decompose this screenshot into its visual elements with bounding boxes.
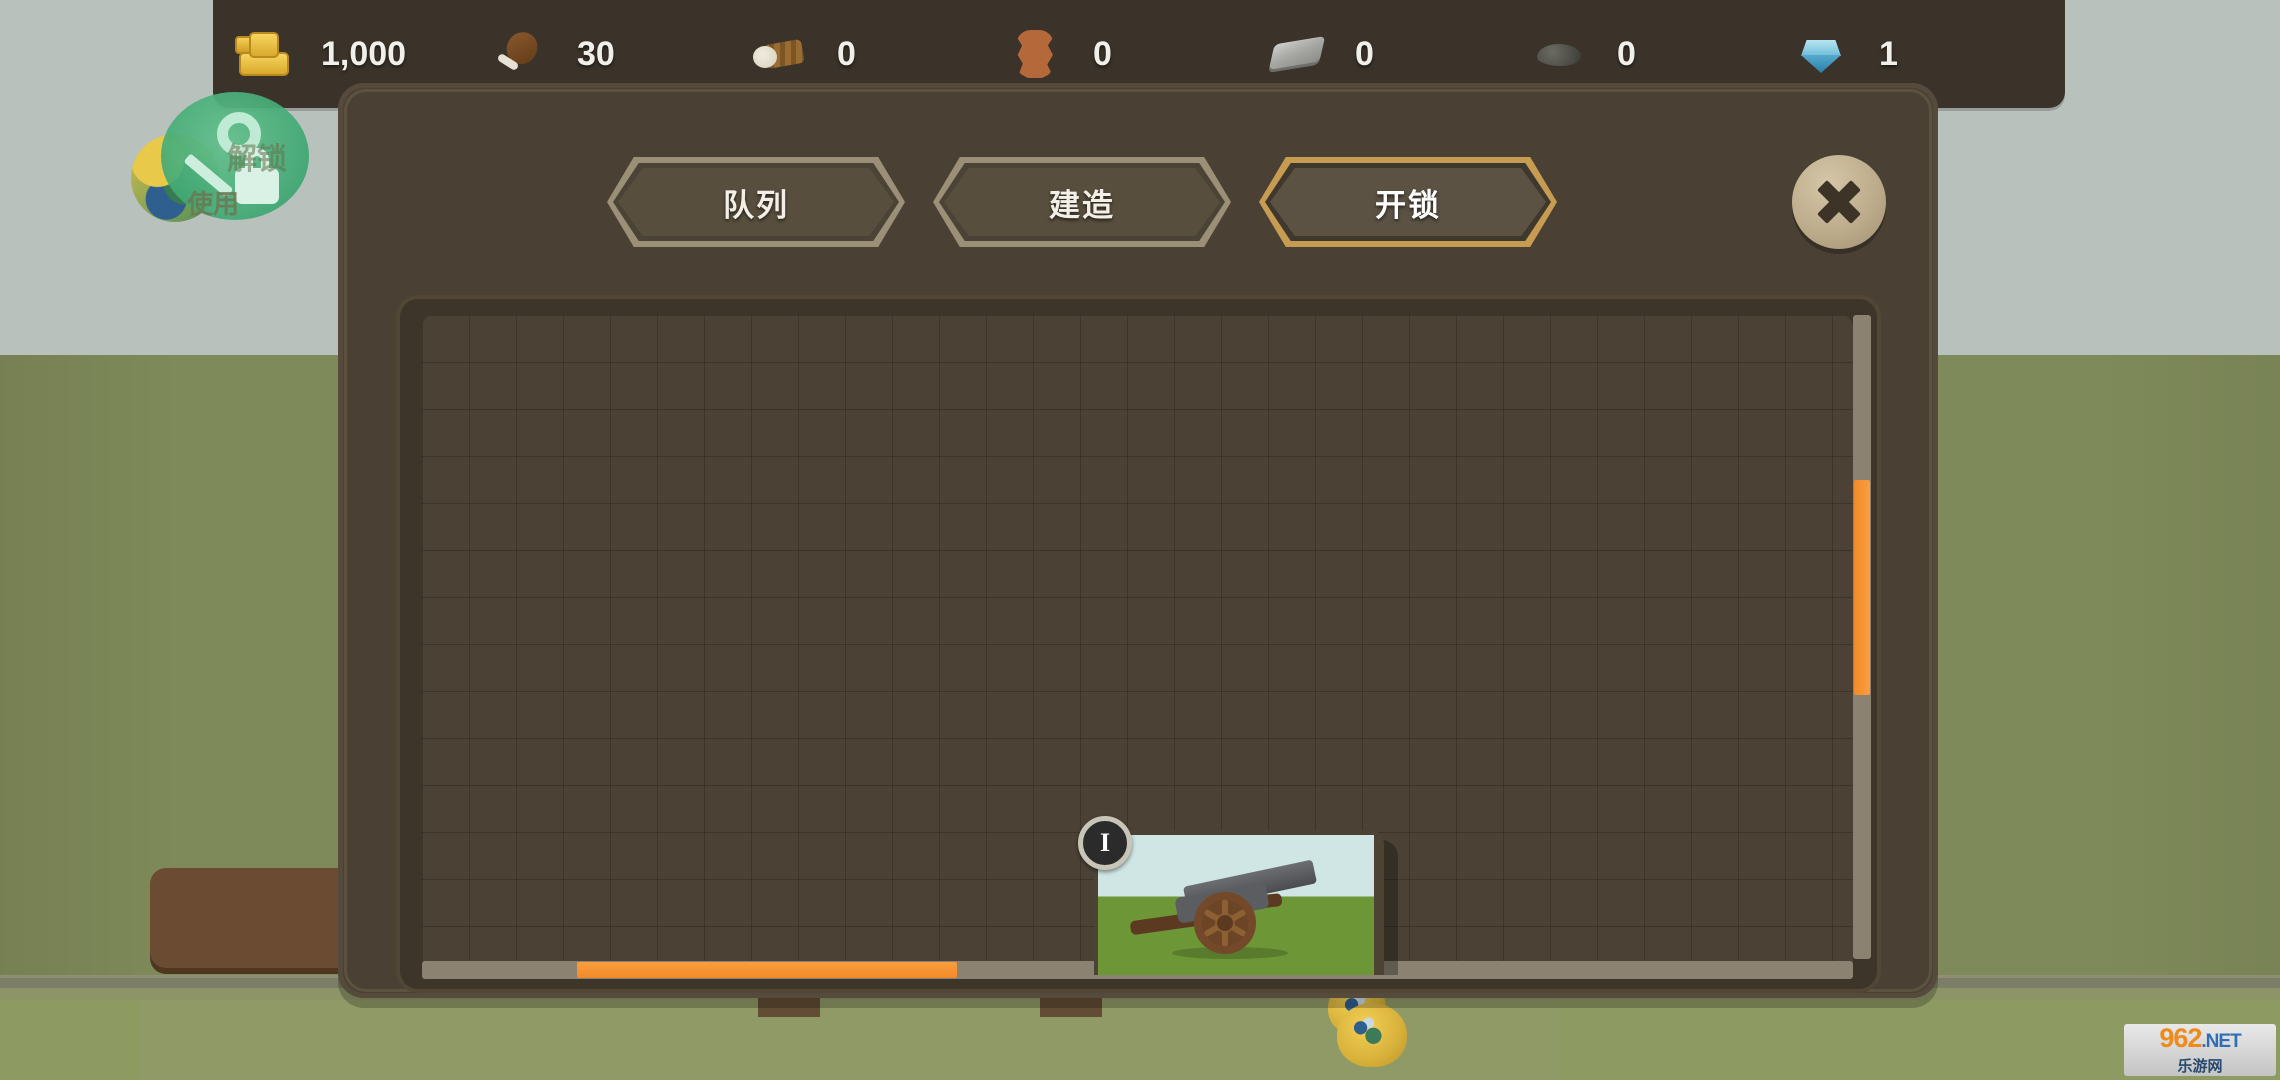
diamond-gem-icon [1785,22,1857,86]
resource-gem-value: 1 [1879,35,1995,74]
dialog-tab-row: 队列 建造 开锁 [338,157,1938,247]
tab-queue[interactable]: 队列 [607,157,905,247]
wood-logs-icon [743,22,815,86]
resource-iron-value: 0 [1355,35,1471,74]
tab-queue-label: 队列 [723,180,789,225]
gold-coins-icon [227,22,299,86]
list-item[interactable]: Old Cannon I [1094,830,1390,975]
vertical-scrollbar[interactable] [1853,315,1871,959]
building-plot [758,995,820,1017]
horizontal-scrollbar-thumb[interactable] [577,962,957,978]
watermark-subtitle: 乐游网 [2177,1055,2222,1076]
site-watermark: 962.NET 乐游网 [2124,1024,2276,1076]
overlay-text-primary: 使用 [187,184,239,221]
leather-hide-icon [999,22,1071,86]
card-thumbnail [1098,835,1374,975]
tab-build-label: 建造 [1049,180,1115,225]
overlay-text-secondary: 解锁 [227,134,287,178]
unlock-content-panel: Old Cannon I [400,299,1877,989]
resource-coal-value: 0 [1617,35,1733,74]
card-body: Old Cannon [1094,830,1384,975]
vertical-scrollbar-thumb[interactable] [1854,480,1870,695]
tab-unlock-label: 开锁 [1375,180,1441,225]
tab-build[interactable]: 建造 [933,157,1231,247]
watermark-brand: 962.NET [2159,1025,2240,1052]
close-icon [1816,179,1862,225]
tab-unlock[interactable]: 开锁 [1259,157,1557,247]
resource-gold-value: 1,000 [321,35,437,74]
egg-sprite [1337,1003,1407,1067]
item-grid[interactable]: Old Cannon I [422,315,1853,975]
resource-leather-value: 0 [1093,35,1209,74]
cannon-wheel-icon [1194,892,1256,954]
key-padlock-icon: 解锁 使用 [131,90,279,220]
meat-drumstick-icon [483,22,555,86]
build-dialog: 队列 建造 开锁 [338,83,1938,998]
game-screen: 出口 1,000 30 0 0 [0,0,2280,1080]
resource-wood-value: 0 [837,35,953,74]
watermark-tld-text: .NET [2201,1031,2240,1052]
watermark-brand-text: 962 [2159,1024,2201,1053]
building-plot [1040,995,1102,1017]
tier-badge: I [1078,816,1132,870]
iron-ingot-icon [1261,22,1333,86]
resource-food-value: 30 [577,35,693,74]
coal-ore-icon [1523,22,1595,86]
close-button[interactable] [1792,155,1886,249]
ground-patch-left [0,1000,140,1080]
